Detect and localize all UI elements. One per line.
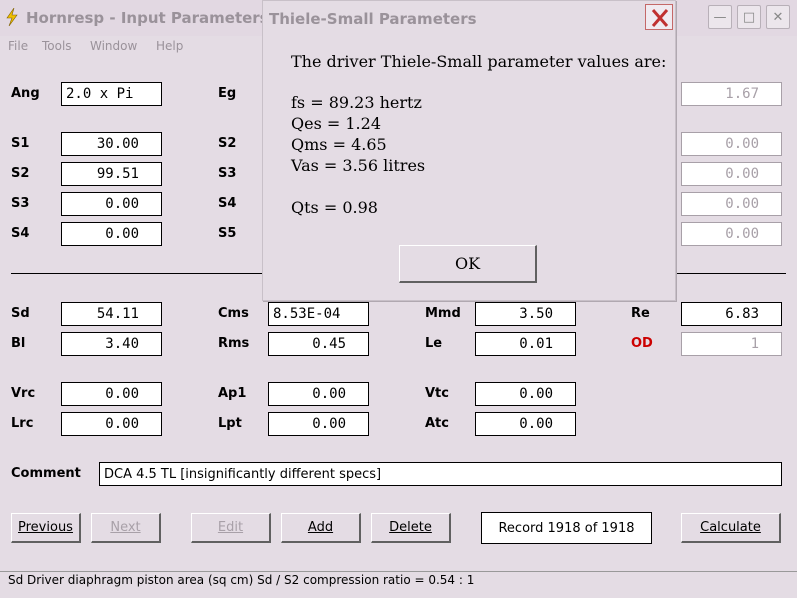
cms-label: Cms — [218, 306, 249, 321]
lpt-field[interactable]: 0.00 — [268, 412, 369, 436]
dialog-message: The driver Thiele-Small parameter values… — [291, 51, 666, 218]
menu-tools[interactable]: Tools — [42, 39, 72, 53]
mmd-field[interactable]: 3.50 — [475, 302, 576, 326]
atc-label: Atc — [425, 416, 449, 431]
eg-field: 1.67 — [681, 82, 782, 106]
od-field: 1 — [681, 332, 782, 356]
lpt-label: Lpt — [218, 416, 242, 431]
menu-help[interactable]: Help — [156, 39, 183, 53]
s2-right-label: S2 — [218, 136, 237, 151]
lrc-label: Lrc — [11, 416, 34, 431]
dialog-title: Thiele-Small Parameters — [269, 10, 477, 28]
dialog-close-button[interactable] — [645, 4, 673, 30]
close-icon: ✕ — [772, 9, 784, 25]
dialog-intro: The driver Thiele-Small parameter values… — [291, 52, 667, 71]
qes-value: Qes = 1.24 — [291, 114, 381, 133]
menu-file[interactable]: File — [8, 39, 28, 53]
re-label: Re — [631, 306, 650, 321]
cms-field[interactable]: 8.53E-04 — [268, 302, 369, 326]
s1-label: S1 — [11, 136, 30, 151]
record-indicator: Record 1918 of 1918 — [481, 512, 652, 544]
add-button[interactable]: Add — [281, 513, 361, 543]
bl-field[interactable]: 3.40 — [61, 332, 162, 356]
ok-button[interactable]: OK — [399, 245, 537, 283]
rms-label: Rms — [218, 336, 250, 351]
status-text: Sd Driver diaphragm piston area (sq cm) … — [8, 573, 475, 587]
sd-field[interactable]: 54.11 — [61, 302, 162, 326]
s3-right-label: S3 — [218, 166, 237, 181]
ang-field[interactable]: 2.0 x Pi — [61, 82, 162, 106]
s4-label: S4 — [11, 226, 30, 241]
s3-right-field: 0.00 — [681, 162, 782, 186]
mmd-label: Mmd — [425, 306, 461, 321]
vrc-field[interactable]: 0.00 — [61, 382, 162, 406]
s5-field: 0.00 — [681, 222, 782, 246]
s3-label: S3 — [11, 196, 30, 211]
vrc-label: Vrc — [11, 386, 36, 401]
comment-field[interactable]: DCA 4.5 TL [insignificantly different sp… — [99, 462, 782, 486]
next-button[interactable]: Next — [91, 513, 161, 543]
s1-field[interactable]: 30.00 — [61, 132, 162, 156]
sd-label: Sd — [11, 306, 30, 321]
s4-right-field: 0.00 — [681, 192, 782, 216]
previous-button[interactable]: Previous — [11, 513, 81, 543]
s4-field[interactable]: 0.00 — [61, 222, 162, 246]
bl-label: Bl — [11, 336, 26, 351]
rms-field[interactable]: 0.45 — [268, 332, 369, 356]
delete-button[interactable]: Delete — [371, 513, 451, 543]
thiele-small-dialog: Thiele-Small Parameters The driver Thiel… — [262, 0, 676, 301]
s2-field[interactable]: 99.51 — [61, 162, 162, 186]
le-label: Le — [425, 336, 443, 351]
s2-right-field: 0.00 — [681, 132, 782, 156]
minimize-button[interactable]: — — [708, 5, 732, 29]
close-button[interactable]: ✕ — [766, 5, 790, 29]
maximize-icon: □ — [742, 9, 756, 25]
vas-value: Vas = 3.56 litres — [291, 156, 426, 175]
vtc-field[interactable]: 0.00 — [475, 382, 576, 406]
s3-field[interactable]: 0.00 — [61, 192, 162, 216]
ap1-label: Ap1 — [218, 386, 247, 401]
app-icon — [5, 7, 19, 27]
le-field[interactable]: 0.01 — [475, 332, 576, 356]
atc-field[interactable]: 0.00 — [475, 412, 576, 436]
ang-label: Ang — [11, 86, 40, 101]
calculate-button[interactable]: Calculate — [681, 513, 781, 543]
s2-label: S2 — [11, 166, 30, 181]
s5-label: S5 — [218, 226, 237, 241]
maximize-button[interactable]: □ — [737, 5, 761, 29]
comment-label: Comment — [11, 466, 81, 481]
fs-value: fs = 89.23 hertz — [291, 93, 422, 112]
vtc-label: Vtc — [425, 386, 449, 401]
window-title: Hornresp - Input Parameters — [26, 9, 269, 27]
eg-label: Eg — [218, 86, 237, 101]
od-label: OD — [631, 336, 653, 351]
edit-button[interactable]: Edit — [191, 513, 271, 543]
close-icon — [651, 9, 669, 27]
qts-value: Qts = 0.98 — [291, 198, 378, 217]
lrc-field[interactable]: 0.00 — [61, 412, 162, 436]
menu-window[interactable]: Window — [90, 39, 137, 53]
s4-right-label: S4 — [218, 196, 237, 211]
qms-value: Qms = 4.65 — [291, 135, 387, 154]
minimize-icon: — — [713, 9, 727, 25]
ap1-field[interactable]: 0.00 — [268, 382, 369, 406]
re-field[interactable]: 6.83 — [681, 302, 782, 326]
